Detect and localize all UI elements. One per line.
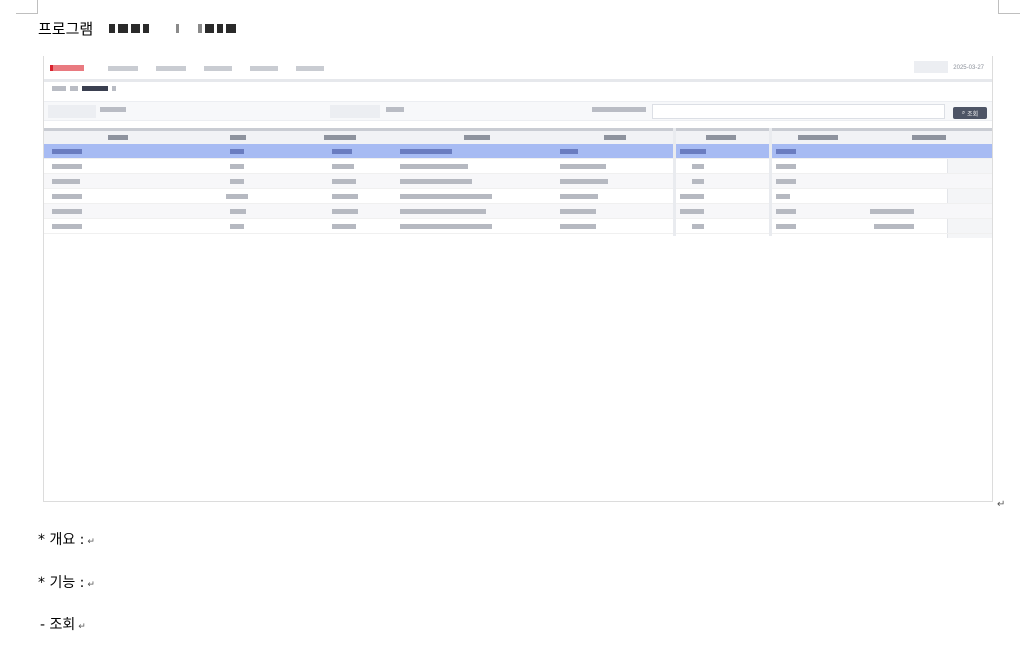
paragraph-mark: ↵ <box>87 580 95 590</box>
crop-mark-top-right <box>998 0 1020 14</box>
paragraph-mark: ↵ <box>78 622 86 632</box>
screenshot-user-area <box>914 61 948 73</box>
screenshot-grid-row-selected <box>44 144 992 159</box>
screenshot-grid-row <box>44 174 992 189</box>
document-heading: 프로그램 <box>38 18 237 39</box>
heading-program-name-redacted <box>109 24 237 33</box>
embedded-ui-screenshot: 2025-03-27 ⌕ 조회 <box>43 56 993 502</box>
screenshot-menu-item <box>250 65 278 71</box>
function-line: * 기능 : ↵ <box>38 572 95 592</box>
search-icon: ⌕ <box>961 109 966 116</box>
crop-mark-top-left <box>16 0 38 14</box>
paragraph-mark: ↵ <box>87 537 95 547</box>
screenshot-grid-row <box>44 219 992 234</box>
screenshot-top-bar: 2025-03-27 <box>44 56 992 80</box>
screenshot-data-grid <box>44 128 992 234</box>
screenshot-search-button: ⌕ 조회 <box>953 107 987 119</box>
screenshot-grid-header <box>44 128 992 144</box>
screenshot-grid-separator <box>769 128 772 236</box>
screenshot-menu-item <box>204 65 232 71</box>
screenshot-menu-item <box>108 65 138 71</box>
search-button-label: 조회 <box>967 110 979 118</box>
screenshot-menu-item <box>156 65 186 71</box>
query-item-label: - 조회 <box>40 617 76 633</box>
screenshot-date: 2025-03-27 <box>953 65 984 71</box>
screenshot-logo <box>50 65 84 71</box>
overview-label: * 개요 : <box>38 532 85 548</box>
screenshot-menu-item <box>296 65 324 71</box>
paragraph-mark: ↵ <box>997 499 1006 510</box>
screenshot-breadcrumb <box>52 86 116 91</box>
screenshot-divider <box>44 79 992 82</box>
screenshot-grid-separator <box>673 128 676 236</box>
overview-line: * 개요 : ↵ <box>38 529 95 549</box>
screenshot-grid-row <box>44 189 992 204</box>
function-label: * 기능 : <box>38 575 85 591</box>
heading-prefix: 프로그램 <box>38 20 94 38</box>
screenshot-search-bar <box>44 101 992 121</box>
query-item-line: - 조회 ↵ <box>40 614 86 634</box>
screenshot-grid-row <box>44 159 992 174</box>
screenshot-grid-row <box>44 204 992 219</box>
